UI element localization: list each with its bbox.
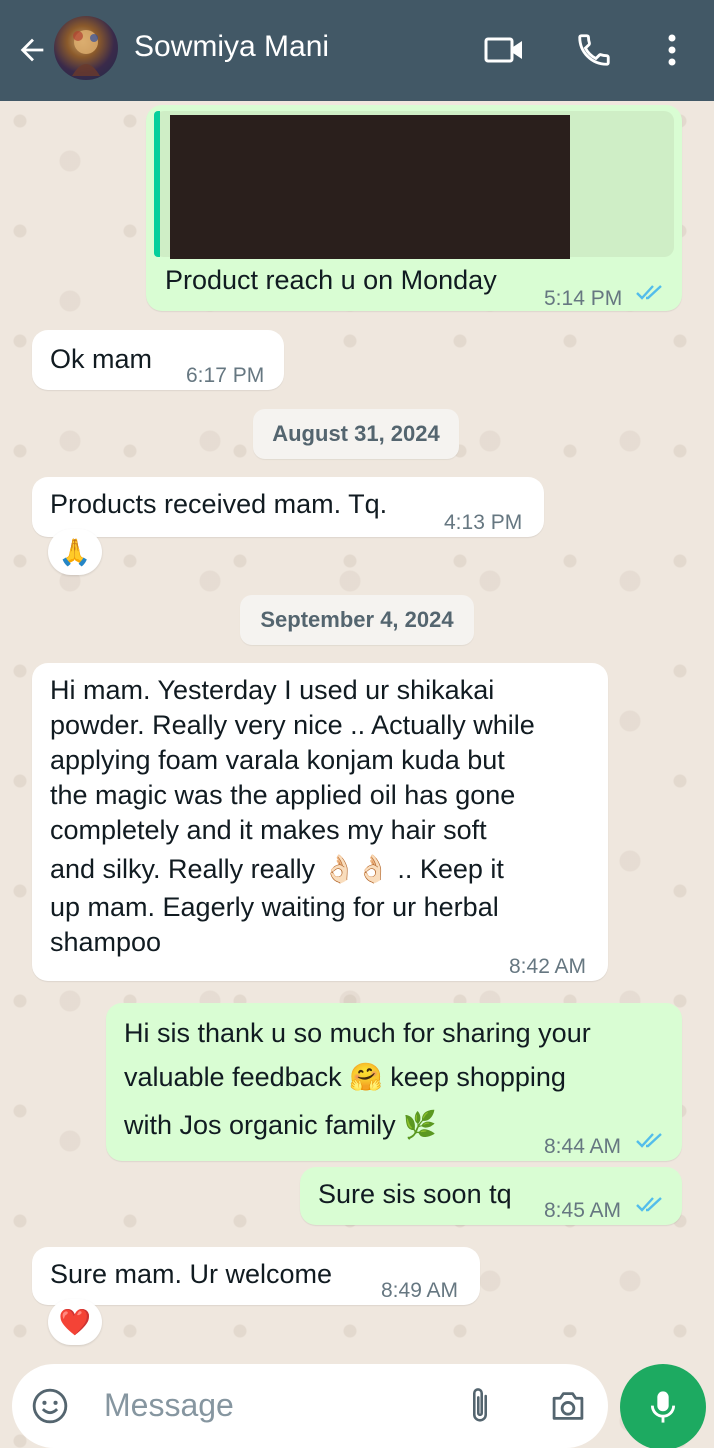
message-line: Hi mam. Yesterday I used ur shikakai [50, 675, 495, 705]
message-bubble-outgoing[interactable]: Hi sis thank u so much for sharing your … [106, 1003, 682, 1161]
back-arrow-icon[interactable] [12, 30, 52, 70]
reaction-badge[interactable]: ❤️ [48, 1299, 102, 1345]
reaction-badge[interactable]: 🙏 [48, 529, 102, 575]
message-line: Hi sis thank u so much for sharing your [124, 1018, 591, 1048]
message-bubble-incoming[interactable]: Ok mam 6:17 PM [32, 330, 284, 390]
message-text: Sure mam. Ur welcome [50, 1259, 333, 1289]
message-text: Ok mam [50, 344, 153, 374]
message-bubble-incoming[interactable]: Products received mam. Tq. 4:13 PM [32, 477, 544, 537]
message-line: up mam. Eagerly waiting for ur herbal [50, 892, 499, 922]
message-bubble-outgoing[interactable]: Sure sis soon tq 8:45 AM [300, 1167, 682, 1225]
contact-avatar[interactable] [54, 16, 118, 80]
message-time: 8:42 AM [509, 955, 587, 978]
date-separator: September 4, 2024 [240, 595, 474, 645]
message-input[interactable]: Message [104, 1387, 234, 1424]
quote-accent-bar [154, 111, 160, 257]
message-line: valuable feedback 🤗 keep shopping [124, 1062, 566, 1092]
message-time: 4:13 PM [444, 511, 523, 534]
message-text: Product reach u on Monday [165, 265, 497, 295]
camera-icon[interactable] [546, 1384, 590, 1428]
message-line: powder. Really very nice .. Actually whi… [50, 710, 535, 740]
message-line: completely and it makes my hair soft [50, 815, 487, 845]
message-line: shampoo [50, 927, 162, 957]
message-time: 5:14 PM [544, 287, 623, 310]
redacted-image [170, 115, 570, 259]
message-input-bar[interactable]: Message [12, 1364, 608, 1448]
message-time: 8:44 AM [544, 1135, 622, 1158]
mic-icon [650, 1391, 676, 1423]
message-bubble-incoming[interactable]: Sure mam. Ur welcome 8:49 AM [32, 1247, 480, 1305]
message-text: Hi mam. Yesterday I used ur shikakai pow… [50, 673, 535, 960]
voice-call-icon[interactable] [572, 28, 616, 72]
message-bubble-outgoing[interactable]: Product reach u on Monday 5:14 PM [146, 105, 682, 311]
message-bubble-incoming[interactable]: Hi mam. Yesterday I used ur shikakai pow… [32, 663, 608, 981]
message-text: Products received mam. Tq. [50, 489, 388, 519]
more-options-icon[interactable] [650, 28, 694, 72]
message-text: Sure sis soon tq [318, 1179, 512, 1209]
message-line: applying foam varala konjam kuda but [50, 745, 505, 775]
read-ticks-icon [636, 1133, 662, 1148]
message-text: Hi sis thank u so much for sharing your … [124, 1011, 591, 1151]
message-time: 8:49 AM [381, 1279, 459, 1302]
message-line: and silky. Really really 👌🏻👌🏻 .. Keep it [50, 854, 504, 884]
contact-name[interactable]: Sowmiya Mani [134, 30, 329, 64]
chat-area[interactable]: Product reach u on Monday 5:14 PM Ok mam… [0, 101, 714, 1448]
message-time: 8:45 AM [544, 1199, 622, 1222]
read-ticks-icon [636, 285, 662, 300]
chat-header: Sowmiya Mani [0, 0, 714, 101]
video-call-icon[interactable] [482, 28, 526, 72]
date-separator: August 31, 2024 [253, 409, 459, 459]
read-ticks-icon [636, 1197, 662, 1212]
message-line: with Jos organic family 🌿 [124, 1110, 437, 1140]
message-line: the magic was the applied oil has gone [50, 780, 516, 810]
attach-icon[interactable] [458, 1384, 502, 1428]
message-time: 6:17 PM [186, 364, 265, 387]
mic-button[interactable] [620, 1364, 706, 1448]
emoji-icon[interactable] [28, 1384, 72, 1428]
